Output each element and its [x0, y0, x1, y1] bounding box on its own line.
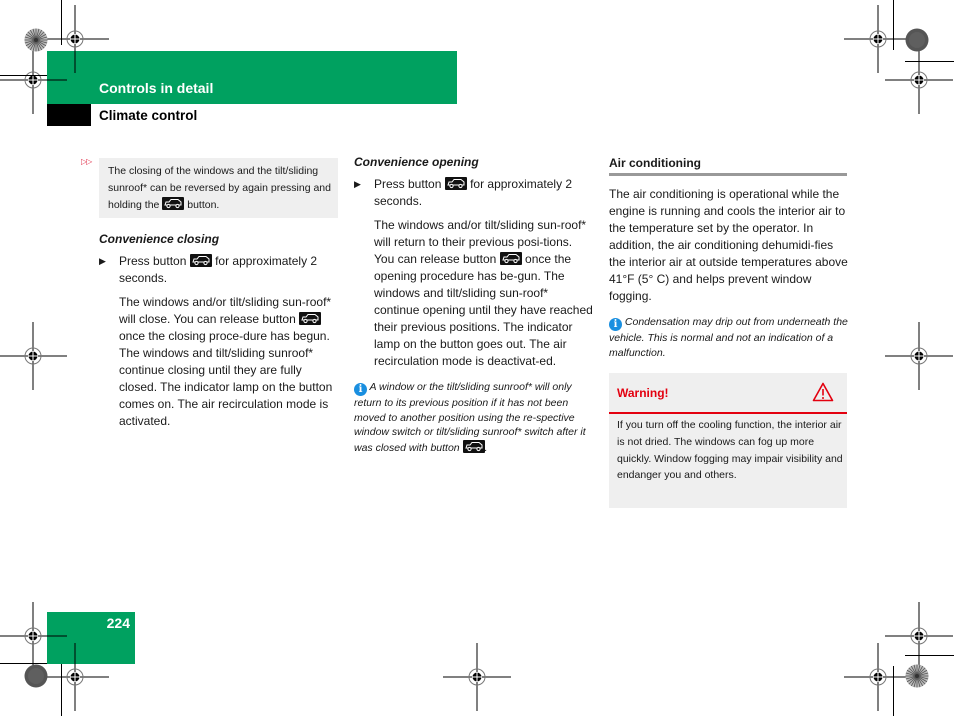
density-dot-icon — [905, 28, 929, 52]
convenience-closing-heading: Convenience closing — [99, 232, 220, 246]
page-number: 224 — [106, 615, 130, 631]
warning-text: If you turn off the cooling function, th… — [617, 419, 843, 482]
warning-triangle-icon — [812, 382, 834, 407]
trim-line — [905, 61, 954, 62]
convenience-button-icon — [462, 439, 485, 453]
note-text: The closing of the windows and the tilt/… — [108, 165, 331, 211]
convenience-button-icon — [162, 197, 185, 210]
convenience-button-icon — [444, 177, 467, 190]
opening-info-note: i A window or the tilt/sliding sunroof* … — [354, 381, 586, 454]
car-glyph — [501, 254, 520, 264]
registration-target-icon — [0, 322, 67, 390]
color-wheel-mark-icon — [24, 28, 48, 52]
convenience-button-icon — [189, 254, 212, 267]
closing-step: ▶ Press button for approximately 2 secon… — [99, 254, 318, 285]
trim-line — [0, 75, 47, 76]
car-glyph — [301, 314, 319, 324]
trim-line — [0, 663, 47, 664]
color-wheel-mark-icon — [905, 664, 929, 688]
closing-paragraph: The windows and/or tilt/sliding sun-roof… — [119, 295, 333, 428]
trim-line — [905, 655, 954, 656]
bullet-arrow-icon: ▶ — [99, 256, 106, 266]
air-conditioning-heading: Air conditioning — [609, 156, 701, 170]
section-title: Controls in detail — [99, 80, 214, 96]
convenience-button-icon — [299, 312, 322, 325]
convenience-opening-section: Convenience opening ▶ Press button for a… — [354, 155, 594, 455]
car-glyph — [447, 179, 465, 189]
car-glyph — [464, 441, 483, 451]
registration-target-icon — [41, 643, 109, 711]
density-dot-icon — [24, 664, 48, 688]
opening-step: ▶ Press button for approximately 2 secon… — [354, 177, 573, 208]
trim-line — [893, 0, 894, 50]
continued-marker: ▷▷ — [81, 157, 92, 166]
car-glyph — [192, 256, 210, 266]
note-box: The closing of the windows and the tilt/… — [99, 158, 338, 218]
registration-target-icon — [885, 322, 953, 390]
warning-box: Warning! If you turn off the cooling fun… — [609, 373, 847, 508]
bullet-arrow-icon: ▶ — [354, 179, 361, 189]
car-glyph — [164, 199, 182, 209]
opening-paragraph: The windows and/or tilt/sliding sun-roof… — [374, 218, 593, 368]
heading-rule — [609, 173, 847, 176]
warning-rule — [609, 412, 847, 414]
trim-line — [61, 0, 62, 45]
registration-target-icon — [844, 643, 912, 711]
air-conditioning-paragraph: The air conditioning is operational whil… — [609, 187, 848, 303]
subsection-title: Climate control — [99, 108, 198, 123]
info-icon: i — [609, 318, 622, 331]
trim-line — [893, 666, 894, 716]
convenience-closing-section: Convenience closing ▶ Press button for a… — [99, 232, 339, 430]
convenience-opening-heading: Convenience opening — [354, 155, 479, 169]
registration-target-icon — [443, 643, 511, 711]
registration-target-icon — [885, 46, 953, 114]
trim-line — [61, 664, 62, 716]
warning-title: Warning! — [617, 386, 669, 400]
registration-target-icon — [0, 46, 67, 114]
condensation-info-note: i Condensation may drip out from underne… — [609, 316, 848, 359]
convenience-button-icon — [499, 252, 522, 265]
info-icon: i — [354, 383, 367, 396]
